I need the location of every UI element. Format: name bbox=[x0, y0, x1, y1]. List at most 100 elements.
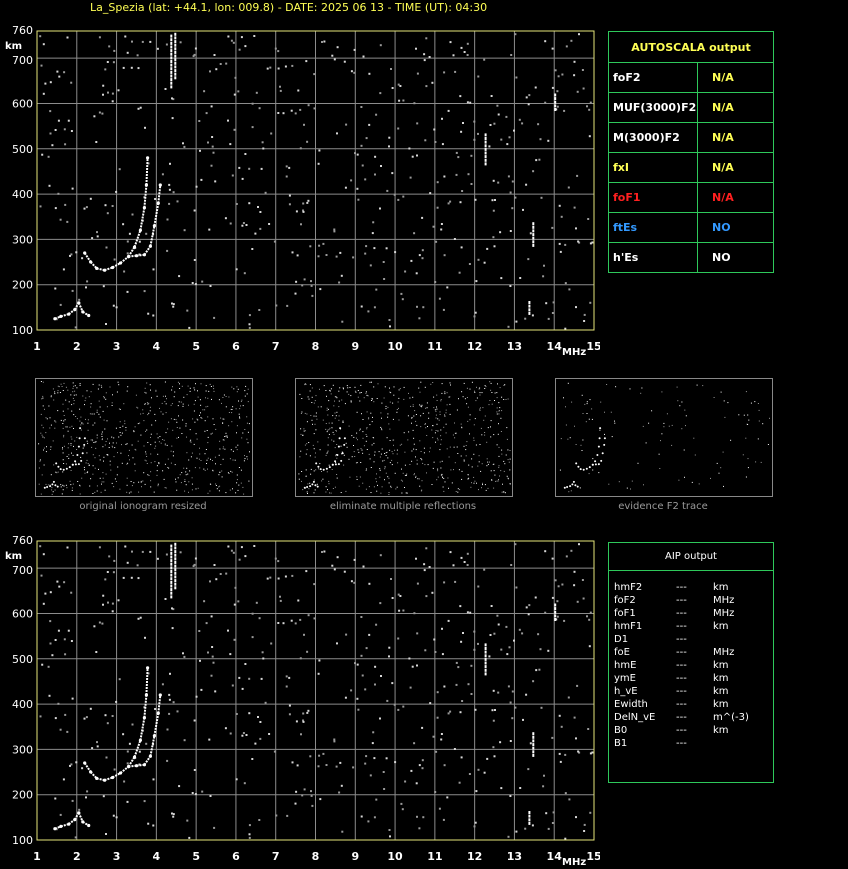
aip-row: hmE --- km bbox=[614, 660, 769, 673]
thumb-noise bbox=[350, 400, 352, 402]
thumb-noise bbox=[400, 479, 402, 481]
thumb-noise bbox=[82, 395, 84, 397]
noise-dot bbox=[551, 822, 554, 824]
thumb-trace-point bbox=[77, 463, 80, 466]
thumb-noise bbox=[350, 401, 352, 403]
thumb-noise bbox=[473, 476, 475, 478]
noise-dot bbox=[213, 564, 216, 566]
trace-segment bbox=[128, 764, 137, 768]
thumb-noise bbox=[509, 469, 511, 471]
trace-segment bbox=[139, 717, 146, 741]
noise-dot bbox=[264, 191, 267, 194]
thumb-noise bbox=[336, 444, 338, 445]
thumb-noise bbox=[175, 481, 177, 483]
thumb-noise bbox=[432, 467, 434, 469]
thumb-noise bbox=[411, 450, 413, 452]
thumb-noise bbox=[350, 395, 352, 397]
thumb-noise bbox=[412, 417, 413, 419]
noise-dot bbox=[139, 616, 142, 619]
noise-dot bbox=[433, 128, 436, 131]
thumb-noise bbox=[315, 395, 317, 397]
noise-dot bbox=[240, 36, 243, 39]
thumb-noise bbox=[205, 390, 207, 392]
thumb-noise bbox=[456, 409, 458, 411]
thumb-noise bbox=[86, 440, 88, 442]
thumb-noise bbox=[150, 433, 152, 435]
noise-dot bbox=[343, 60, 346, 63]
thumb-noise bbox=[65, 463, 67, 465]
noise-dot bbox=[360, 305, 363, 308]
noise-dot bbox=[48, 184, 51, 187]
noise-dot bbox=[411, 155, 414, 158]
thumb-noise bbox=[444, 393, 446, 395]
thumb-noise bbox=[94, 422, 96, 424]
thumb-noise bbox=[147, 403, 149, 405]
thumb-noise bbox=[140, 434, 142, 436]
thumb-noise bbox=[441, 392, 443, 394]
noise-dot bbox=[545, 302, 548, 305]
thumb-noise bbox=[474, 390, 475, 392]
noise-dot bbox=[477, 585, 480, 588]
thumb-noise bbox=[162, 395, 164, 397]
autoscala-value: N/A bbox=[712, 131, 734, 144]
thumb-noise bbox=[330, 393, 332, 395]
noise-dot bbox=[564, 792, 567, 795]
thumb-noise bbox=[90, 478, 92, 480]
thumb-noise bbox=[207, 405, 209, 407]
thumb-noise bbox=[141, 486, 142, 488]
thumb-noise bbox=[376, 473, 377, 475]
thumb-noise bbox=[214, 456, 216, 458]
noise-dot bbox=[102, 84, 105, 87]
thumb-noise bbox=[389, 449, 391, 451]
noise-dot bbox=[431, 591, 434, 594]
thumb-noise bbox=[435, 414, 437, 416]
thumb-noise bbox=[389, 440, 391, 441]
thumb-noise bbox=[183, 396, 185, 398]
thumb-noise bbox=[663, 426, 665, 428]
noise-dot bbox=[434, 141, 437, 143]
thumb-noise bbox=[42, 427, 44, 429]
thumb-noise bbox=[383, 397, 385, 399]
aip-param-unit: m^(-3) bbox=[713, 712, 749, 723]
thumb-trace-point bbox=[597, 463, 600, 466]
noise-dot bbox=[306, 650, 309, 653]
thumb-noise bbox=[186, 452, 188, 454]
noise-dot bbox=[371, 232, 374, 235]
thumbnail-original-plot bbox=[38, 381, 250, 495]
thumb-noise bbox=[769, 417, 770, 419]
thumb-noise bbox=[332, 415, 334, 417]
noise-dot bbox=[279, 599, 282, 602]
thumb-noise bbox=[588, 473, 590, 475]
thumb-noise bbox=[342, 422, 344, 423]
thumb-trace-point bbox=[81, 452, 84, 455]
thumb-noise bbox=[496, 480, 498, 482]
thumb-noise bbox=[684, 476, 685, 478]
noise-dot bbox=[511, 690, 514, 693]
thumb-noise bbox=[242, 432, 244, 434]
x-tick-label: 3 bbox=[113, 340, 121, 353]
noise-dot bbox=[587, 728, 590, 730]
aip-param-name: h_vE bbox=[614, 686, 638, 697]
noise-dot bbox=[104, 204, 107, 207]
thumb-noise bbox=[62, 427, 64, 429]
thumb-noise bbox=[62, 403, 64, 405]
thumb-noise bbox=[479, 394, 481, 396]
thumb-noise bbox=[314, 489, 316, 491]
thumb-noise bbox=[404, 451, 406, 453]
thumb-noise bbox=[723, 485, 724, 487]
noise-dot bbox=[443, 254, 446, 257]
thumb-noise bbox=[412, 396, 414, 398]
thumb-noise bbox=[45, 483, 47, 485]
noise-dot bbox=[352, 766, 355, 769]
noise-dot bbox=[186, 309, 189, 312]
noise-dot bbox=[126, 51, 129, 54]
noise-dot bbox=[447, 712, 450, 715]
trace-series bbox=[53, 811, 91, 831]
thumb-noise bbox=[420, 451, 422, 452]
thumb-noise bbox=[246, 438, 248, 440]
thumb-noise bbox=[696, 384, 698, 386]
thumb-noise bbox=[330, 388, 332, 390]
thumb-noise bbox=[65, 386, 67, 388]
y-tick-label: 600 bbox=[12, 97, 33, 110]
thumb-noise bbox=[313, 448, 315, 450]
